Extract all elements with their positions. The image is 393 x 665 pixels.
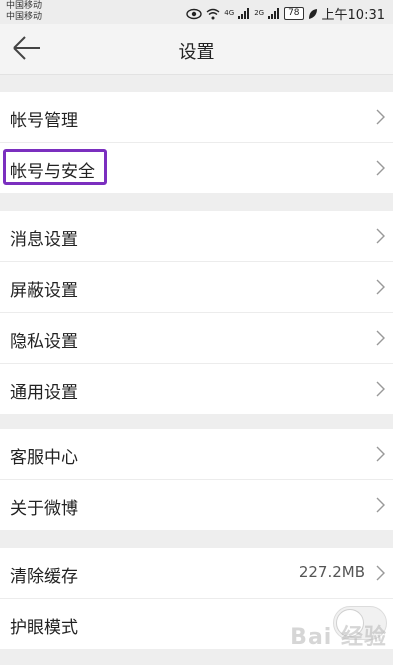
settings-group-account: 帐号管理 帐号与安全 [0, 92, 393, 193]
wifi-icon [206, 8, 220, 19]
row-label: 帐号管理 [10, 111, 78, 131]
chevron-right-icon [376, 497, 385, 513]
settings-row-message[interactable]: 消息设置 [0, 211, 393, 262]
carrier-1: 中国移动 [6, 1, 43, 11]
chevron-right-icon [376, 109, 385, 125]
carrier-2: 中国移动 [6, 12, 43, 22]
settings-row-block[interactable]: 屏蔽设置 [0, 262, 393, 313]
settings-row-account-security[interactable]: 帐号与安全 [0, 143, 393, 193]
signal-icon-2 [268, 8, 280, 19]
battery-indicator: 78 [284, 7, 304, 20]
clock: 上午10:31 [321, 8, 385, 23]
nav-bar: 设置 [0, 24, 393, 75]
chevron-right-icon [376, 228, 385, 244]
chevron-right-icon [376, 565, 385, 581]
chevron-right-icon [376, 381, 385, 397]
cache-size-value: 227.2MB [298, 563, 365, 581]
net-type-1: 4G [224, 9, 235, 17]
settings-row-account-management[interactable]: 帐号管理 [0, 92, 393, 143]
watermark: Bai 经验 [290, 625, 387, 650]
net-type-2: 2G [254, 9, 265, 17]
status-indicators: 4G 2G 78 上午10:31 [186, 4, 385, 23]
row-label: 客服中心 [10, 448, 78, 468]
row-label: 消息设置 [10, 230, 78, 250]
leaf-icon [308, 8, 317, 19]
row-label: 帐号与安全 [10, 162, 95, 182]
row-label: 屏蔽设置 [10, 281, 78, 301]
row-label: 关于微博 [10, 499, 78, 519]
settings-row-clear-cache[interactable]: 清除缓存 227.2MB [0, 548, 393, 599]
row-label: 隐私设置 [10, 332, 78, 352]
status-bar: 中国移动 中国移动 4G 2G 78 上午10:31 [0, 0, 393, 24]
signal-icon-1 [238, 8, 250, 19]
chevron-right-icon [376, 279, 385, 295]
row-label: 通用设置 [10, 383, 78, 403]
settings-row-about-weibo[interactable]: 关于微博 [0, 480, 393, 530]
settings-group-about: 客服中心 关于微博 [0, 429, 393, 530]
eye-icon [186, 8, 202, 19]
chevron-right-icon [376, 330, 385, 346]
page-title: 设置 [178, 42, 215, 63]
carrier-info: 中国移动 中国移动 [6, 1, 42, 23]
chevron-right-icon [376, 160, 385, 176]
settings-row-general[interactable]: 通用设置 [0, 364, 393, 414]
settings-group-preferences: 消息设置 屏蔽设置 隐私设置 通用设置 [0, 211, 393, 414]
settings-row-privacy[interactable]: 隐私设置 [0, 313, 393, 364]
row-label: 清除缓存 [10, 567, 78, 587]
settings-row-customer-service[interactable]: 客服中心 [0, 429, 393, 480]
chevron-right-icon [376, 446, 385, 462]
row-label: 护眼模式 [10, 618, 78, 638]
